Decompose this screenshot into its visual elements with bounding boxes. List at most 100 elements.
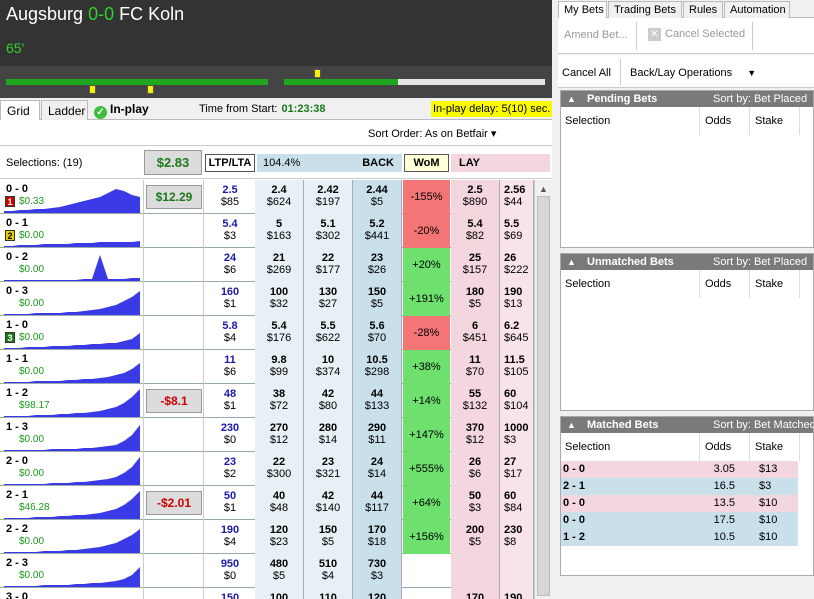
pending-sort-dropdown[interactable]: Sort by: Bet Placed xyxy=(713,91,807,107)
selection-row[interactable]: 1 - 3 $0.00 230 $0 270 $12 280 $14 290 $… xyxy=(0,418,534,452)
back-price-2[interactable]: 280 $14 xyxy=(304,418,353,452)
selection-row[interactable]: 2 - 1 $46.28 -$2.01 50 $1 40 $48 42 $140… xyxy=(0,486,534,520)
scroll-up-icon[interactable]: ▲ xyxy=(539,184,548,194)
lay-price-2[interactable]: 6.2 $645 xyxy=(500,316,534,350)
col-selection[interactable]: Selection xyxy=(565,441,610,453)
lay-price-2[interactable]: 5.5 $69 xyxy=(500,214,534,248)
back-price-2[interactable]: 150 $5 xyxy=(304,520,353,554)
matched-bet-row[interactable]: 0 - 0 17.5 $10 xyxy=(561,512,798,529)
grid-scrollbar[interactable]: ▲ xyxy=(534,180,552,599)
back-price-best[interactable]: 23 $26 xyxy=(353,248,402,282)
selection-row[interactable]: 1 - 2 $98.17 -$8.1 48 $1 38 $72 42 $80 4… xyxy=(0,384,534,418)
matched-bet-row[interactable]: 1 - 2 10.5 $10 xyxy=(561,529,798,546)
collapse-icon[interactable]: ▲ xyxy=(567,417,576,433)
tab-rules[interactable]: Rules xyxy=(683,1,723,18)
back-price-3[interactable]: 100 $32 xyxy=(255,282,304,316)
back-price-2[interactable]: 42 $140 xyxy=(304,486,353,520)
matched-bet-row[interactable]: 2 - 1 16.5 $3 xyxy=(561,478,798,495)
lay-price-best[interactable]: 2.5 $890 xyxy=(451,180,500,214)
selection-row[interactable]: 1 - 0 3 $0.00 5.8 $4 5.4 $176 5.5 $622 5… xyxy=(0,316,534,350)
matched-sort-dropdown[interactable]: Sort by: Bet Matched xyxy=(713,417,814,433)
lay-price-2[interactable]: 2.56 $44 xyxy=(500,180,534,214)
selection-row[interactable]: 2 - 2 $0.00 190 $4 120 $23 150 $5 170 $1… xyxy=(0,520,534,554)
back-price-2[interactable]: 23 $321 xyxy=(304,452,353,486)
col-selection[interactable]: Selection xyxy=(565,115,610,127)
matched-bet-row[interactable]: 0 - 0 3.05 $13 xyxy=(561,461,798,478)
back-price-best[interactable]: 730 $3 xyxy=(353,554,402,588)
collapse-icon[interactable]: ▲ xyxy=(567,254,576,270)
back-price-3[interactable]: 5.4 $176 xyxy=(255,316,304,350)
back-price-3[interactable]: 120 $23 xyxy=(255,520,304,554)
back-price-best[interactable]: 44 $133 xyxy=(353,384,402,418)
tab-grid[interactable]: Grid xyxy=(0,100,40,120)
selection-row[interactable]: 2 - 0 $0.00 23 $2 22 $300 23 $321 24 $14… xyxy=(0,452,534,486)
selection-row[interactable]: 2 - 3 $0.00 950 $0 480 $5 510 $4 730 $3 xyxy=(0,554,534,588)
cancel-all-button[interactable]: Cancel All xyxy=(562,67,611,79)
back-price-3[interactable]: 21 $269 xyxy=(255,248,304,282)
back-price-3[interactable]: 22 $300 xyxy=(255,452,304,486)
tab-ladder[interactable]: Ladder xyxy=(41,100,88,120)
lay-price-2[interactable]: 60 $84 xyxy=(500,486,534,520)
back-price-best[interactable]: 44 $117 xyxy=(353,486,402,520)
lay-price-best[interactable]: 11 $70 xyxy=(451,350,500,384)
back-price-2[interactable]: 5.5 $622 xyxy=(304,316,353,350)
ltp-lta-toggle[interactable]: LTP/LTA xyxy=(205,154,255,172)
back-price-3[interactable]: 5 $163 xyxy=(255,214,304,248)
lay-price-best[interactable]: 6 $451 xyxy=(451,316,500,350)
selection-row[interactable]: 0 - 1 2 $0.00 5.4 $3 5 $163 5.1 $302 5.2… xyxy=(0,214,534,248)
back-price-best[interactable]: 150 $5 xyxy=(353,282,402,316)
back-price-2[interactable]: 10 $374 xyxy=(304,350,353,384)
back-price-2[interactable]: 510 $4 xyxy=(304,554,353,588)
selection-row[interactable]: 3 - 0 150 100 110 120 170 190 xyxy=(0,588,534,599)
tab-trading-bets[interactable]: Trading Bets xyxy=(608,1,682,18)
tab-my-bets[interactable]: My Bets xyxy=(558,1,607,18)
lay-price-best[interactable]: 25 $157 xyxy=(451,248,500,282)
scrollbar-thumb[interactable] xyxy=(537,196,550,596)
back-price-3[interactable]: 100 xyxy=(255,588,304,599)
back-price-best[interactable]: 170 $18 xyxy=(353,520,402,554)
lay-price-best[interactable]: 200 $5 xyxy=(451,520,500,554)
lay-price-2[interactable]: 1000 $3 xyxy=(500,418,534,452)
matched-bet-row[interactable]: 0 - 0 13.5 $10 xyxy=(561,495,798,512)
back-price-3[interactable]: 270 $12 xyxy=(255,418,304,452)
back-price-2[interactable]: 22 $177 xyxy=(304,248,353,282)
back-price-2[interactable]: 2.42 $197 xyxy=(304,180,353,214)
lay-price-2[interactable]: 230 $8 xyxy=(500,520,534,554)
lay-price-2[interactable]: 60 $104 xyxy=(500,384,534,418)
amend-bet-button[interactable]: Amend Bet... xyxy=(564,29,628,41)
back-price-3[interactable]: 480 $5 xyxy=(255,554,304,588)
unmatched-sort-dropdown[interactable]: Sort by: Bet Placed xyxy=(713,254,807,270)
lay-price-best[interactable]: 180 $5 xyxy=(451,282,500,316)
lay-price-2[interactable]: 11.5 $105 xyxy=(500,350,534,384)
back-price-3[interactable]: 40 $48 xyxy=(255,486,304,520)
back-price-2[interactable]: 42 $80 xyxy=(304,384,353,418)
sort-order-dropdown[interactable]: Sort Order: As on Betfair ▾ xyxy=(368,127,496,140)
col-stake[interactable]: Stake xyxy=(755,278,783,290)
selection-row[interactable]: 0 - 2 $0.00 24 $6 21 $269 22 $177 23 $26… xyxy=(0,248,534,282)
lay-price-2[interactable]: 26 $222 xyxy=(500,248,534,282)
lay-price-best[interactable]: 170 xyxy=(451,588,500,599)
selection-row[interactable]: 0 - 0 1 $0.33 $12.29 2.5 $85 2.4 $624 2.… xyxy=(0,180,534,214)
lay-price-best[interactable]: 370 $12 xyxy=(451,418,500,452)
back-price-2[interactable]: 130 $27 xyxy=(304,282,353,316)
selection-row[interactable]: 1 - 1 $0.00 11 $6 9.8 $99 10 $374 10.5 $… xyxy=(0,350,534,384)
back-price-best[interactable]: 5.2 $441 xyxy=(353,214,402,248)
back-price-best[interactable]: 120 xyxy=(353,588,402,599)
col-odds[interactable]: Odds xyxy=(705,115,731,127)
selection-row[interactable]: 0 - 3 $0.00 160 $1 100 $32 130 $27 150 $… xyxy=(0,282,534,316)
back-price-best[interactable]: 2.44 $5 xyxy=(353,180,402,214)
back-price-best[interactable]: 10.5 $298 xyxy=(353,350,402,384)
tab-automation[interactable]: Automation xyxy=(724,1,790,18)
back-price-3[interactable]: 9.8 $99 xyxy=(255,350,304,384)
collapse-icon[interactable]: ▲ xyxy=(567,91,576,107)
lay-price-best[interactable]: 50 $3 xyxy=(451,486,500,520)
col-stake[interactable]: Stake xyxy=(755,115,783,127)
back-price-best[interactable]: 290 $11 xyxy=(353,418,402,452)
col-selection[interactable]: Selection xyxy=(565,278,610,290)
col-odds[interactable]: Odds xyxy=(705,278,731,290)
back-price-best[interactable]: 24 $14 xyxy=(353,452,402,486)
col-odds[interactable]: Odds xyxy=(705,441,731,453)
lay-price-best[interactable]: 26 $6 xyxy=(451,452,500,486)
back-price-3[interactable]: 2.4 $624 xyxy=(255,180,304,214)
lay-price-best[interactable]: 55 $132 xyxy=(451,384,500,418)
